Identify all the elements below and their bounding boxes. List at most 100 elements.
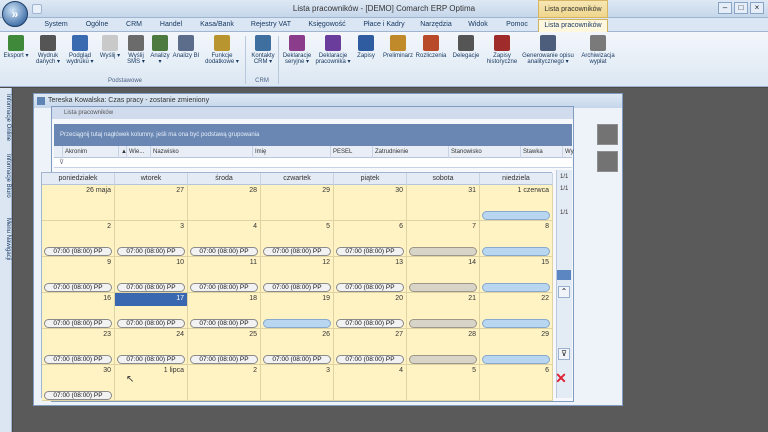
calendar-day[interactable]: 5 07:00 (08:00) PP — [261, 221, 334, 257]
collapse-up-icon[interactable]: ⌃ — [558, 286, 570, 298]
work-schedule-pill[interactable] — [409, 283, 477, 292]
work-schedule-pill[interactable] — [482, 283, 550, 292]
left-pane-tab[interactable]: Informacje Online — [1, 94, 11, 141]
column-header[interactable]: ▲ — [118, 146, 127, 158]
calendar-day[interactable]: 3 — [261, 365, 334, 401]
cancel-close-icon[interactable]: ✕ — [554, 370, 568, 386]
work-schedule-pill[interactable] — [409, 247, 477, 256]
calendar-day[interactable]: 30 — [334, 185, 407, 221]
ribbon-button[interactable]: Eksport ▾ — [2, 35, 30, 77]
work-schedule-pill[interactable]: 07:00 (08:00) PP — [190, 355, 258, 364]
calendar-day[interactable]: 29 — [480, 329, 553, 365]
calendar-day[interactable]: 14 — [407, 257, 480, 293]
menu-tab[interactable]: System — [36, 19, 76, 32]
menu-tab[interactable]: Ogólne — [78, 19, 116, 32]
work-schedule-pill[interactable] — [482, 247, 550, 256]
calendar-day[interactable]: 13 07:00 (08:00) PP — [334, 257, 407, 293]
column-header[interactable]: Wie... — [126, 146, 150, 158]
calendar-day[interactable]: 29 — [261, 185, 334, 221]
calendar-day[interactable]: 26 maja — [42, 185, 115, 221]
calendar-day[interactable]: 26 07:00 (08:00) PP — [261, 329, 334, 365]
calendar-day[interactable]: 20 07:00 (08:00) PP — [334, 293, 407, 329]
ribbon-button[interactable]: Preliminarz — [382, 35, 414, 77]
calendar-day[interactable]: 23 07:00 (08:00) PP — [42, 329, 115, 365]
column-header[interactable]: Nazwisko — [150, 146, 252, 158]
calendar-day[interactable]: 24 07:00 (08:00) PP — [115, 329, 188, 365]
ribbon-button[interactable]: Kontakty CRM ▾ — [248, 35, 278, 77]
work-schedule-pill[interactable]: 07:00 (08:00) PP — [44, 355, 112, 364]
calendar-day[interactable]: 7 — [407, 221, 480, 257]
close-icon[interactable]: × — [750, 2, 764, 14]
calendar-day[interactable]: 28 — [407, 329, 480, 365]
work-schedule-pill[interactable]: 07:00 (08:00) PP — [44, 391, 112, 400]
calendar-day[interactable]: 28 — [188, 185, 261, 221]
side-button[interactable] — [597, 124, 618, 145]
calendar-day[interactable]: 8 — [480, 221, 553, 257]
menu-tab[interactable]: Narzędzia — [414, 19, 458, 32]
column-header[interactable]: PESEL — [330, 146, 372, 158]
column-header[interactable]: Stawka — [520, 146, 562, 158]
left-pane-tab[interactable]: Menu Nawigacji — [1, 218, 11, 260]
menu-tab[interactable]: Handel — [152, 19, 190, 32]
work-schedule-pill[interactable]: 07:00 (08:00) PP — [117, 247, 185, 256]
work-schedule-pill[interactable] — [482, 211, 550, 220]
ribbon-button[interactable]: Analizy BI — [172, 35, 200, 77]
work-schedule-pill[interactable]: 07:00 (08:00) PP — [190, 247, 258, 256]
ribbon-button[interactable]: Zapisy historyczne — [484, 35, 520, 77]
work-schedule-pill[interactable]: 07:00 (08:00) PP — [263, 355, 331, 364]
right-scroll-strip[interactable] — [556, 170, 572, 398]
work-schedule-pill[interactable] — [409, 319, 477, 328]
ribbon-button[interactable]: Wyślij ▾ — [96, 35, 124, 77]
calendar-day[interactable]: 10 07:00 (08:00) PP — [115, 257, 188, 293]
calendar-day[interactable]: 17 07:00 (08:00) PP — [115, 293, 188, 329]
ribbon-button[interactable]: Zapisy — [352, 35, 380, 77]
work-schedule-pill[interactable]: 07:00 (08:00) PP — [336, 283, 404, 292]
calendar-day[interactable]: 9 07:00 (08:00) PP — [42, 257, 115, 293]
work-schedule-pill[interactable]: 07:00 (08:00) PP — [190, 319, 258, 328]
work-schedule-pill[interactable]: 07:00 (08:00) PP — [117, 355, 185, 364]
column-header[interactable]: Akronim — [62, 146, 118, 158]
work-schedule-pill[interactable] — [263, 319, 331, 328]
work-schedule-pill[interactable]: 07:00 (08:00) PP — [117, 283, 185, 292]
ribbon-button[interactable]: Archiwizacja wypłat — [576, 35, 620, 77]
ribbon-button[interactable]: Rozliczenia — [414, 35, 448, 77]
calendar-day[interactable]: 1 czerwca — [480, 185, 553, 221]
calendar-day[interactable]: 19 — [261, 293, 334, 329]
calendar-day[interactable]: 22 — [480, 293, 553, 329]
work-schedule-pill[interactable] — [409, 355, 477, 364]
column-header[interactable]: Imię — [252, 146, 330, 158]
menu-tab[interactable]: CRM — [118, 19, 150, 32]
calendar-day[interactable]: 30 07:00 (08:00) PP — [42, 365, 115, 401]
quick-access-icon[interactable] — [32, 4, 42, 14]
work-schedule-pill[interactable]: 07:00 (08:00) PP — [190, 283, 258, 292]
calendar-day[interactable]: 21 — [407, 293, 480, 329]
menu-tab[interactable]: Płace i Kadry — [356, 19, 412, 32]
ribbon-button[interactable]: Delegacje — [448, 35, 484, 77]
calendar-day[interactable]: 6 07:00 (08:00) PP — [334, 221, 407, 257]
work-schedule-pill[interactable]: 07:00 (08:00) PP — [336, 319, 404, 328]
menu-tab[interactable]: Lista pracowników — [538, 19, 608, 32]
left-pane-tab[interactable]: Informacje Biuro — [1, 154, 11, 198]
column-header[interactable]: Zatrudnienie — [372, 146, 448, 158]
filter-icon[interactable]: ⊽ — [59, 158, 64, 166]
ribbon-button[interactable]: Funkcje dodatkowe ▾ — [200, 35, 244, 77]
work-schedule-pill[interactable]: 07:00 (08:00) PP — [336, 355, 404, 364]
column-header[interactable]: Wy — [562, 146, 574, 158]
work-schedule-pill[interactable]: 07:00 (08:00) PP — [263, 247, 331, 256]
calendar-day[interactable]: 12 07:00 (08:00) PP — [261, 257, 334, 293]
ribbon-button[interactable]: Podgląd wydruku ▾ — [64, 35, 96, 77]
menu-tab[interactable]: Kasa/Bank — [192, 19, 242, 32]
filter-row[interactable]: ⊽ — [54, 158, 572, 168]
minimize-icon[interactable]: – — [718, 2, 732, 14]
work-schedule-pill[interactable]: 07:00 (08:00) PP — [117, 319, 185, 328]
column-header[interactable]: Stanowisko — [448, 146, 520, 158]
ribbon-button[interactable]: Deklaracje pracownika ▾ — [314, 35, 352, 77]
menu-tab[interactable]: Pomoc — [498, 19, 536, 32]
ribbon-button[interactable]: Wyślij SMS ▾ — [124, 35, 148, 77]
calendar-day[interactable]: 25 07:00 (08:00) PP — [188, 329, 261, 365]
scroll-thumb[interactable] — [557, 270, 571, 280]
side-button[interactable] — [597, 151, 618, 172]
calendar-day[interactable]: 4 07:00 (08:00) PP — [188, 221, 261, 257]
ribbon-button[interactable]: Analizy ▾ — [148, 35, 172, 77]
menu-tab[interactable]: Widok — [460, 19, 496, 32]
